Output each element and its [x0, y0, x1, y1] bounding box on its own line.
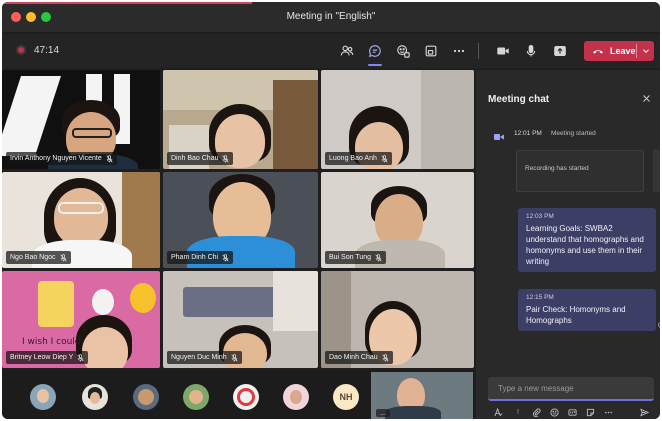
rooms-icon[interactable]	[420, 41, 442, 61]
message-time: 12:03 PM	[526, 213, 554, 220]
video-tile[interactable]: I wish I could Britney Leow Diep Y	[2, 271, 160, 368]
background-pattern	[2, 76, 61, 156]
system-message-text: Meeting started	[551, 130, 596, 137]
participant-name: Luong Bao Anh	[325, 152, 392, 165]
compose-toolbar: !	[492, 406, 656, 418]
mic-muted-icon	[231, 353, 238, 362]
participant-video	[54, 188, 108, 246]
leave-divider	[636, 44, 637, 58]
system-message-time: 12:01 PM	[514, 130, 542, 137]
video-tile[interactable]: Dao Minh Chau	[321, 271, 474, 368]
teams-meeting-window: Meeting in "English" 47:14 Leave Irvin A…	[2, 2, 660, 419]
participant-avatar[interactable]	[283, 384, 309, 410]
overlay-text: I wish I could	[22, 337, 81, 347]
sticker-image	[92, 289, 114, 315]
video-tile[interactable]: Pham Dinh Chi	[163, 172, 318, 268]
participant-avatar[interactable]	[82, 384, 108, 410]
more-options-button[interactable]: ...	[376, 409, 390, 417]
window-background	[273, 271, 318, 331]
meeting-toolbar: 47:14 Leave	[2, 34, 660, 68]
video-tile[interactable]: Bui Son Tung	[321, 172, 474, 268]
format-icon[interactable]	[492, 406, 504, 418]
sticker-image	[130, 283, 156, 313]
participant-name: Irvin Anthony Nguyen Vicente	[6, 152, 117, 165]
teacher-video-tile[interactable]: ...	[371, 372, 473, 419]
mic-muted-icon	[222, 154, 230, 163]
video-tile[interactable]: Nguyen Duc Minh	[163, 271, 318, 368]
share-icon[interactable]	[549, 41, 571, 61]
compose-box[interactable]	[488, 377, 654, 401]
recording-card-scroll-edge	[653, 150, 660, 192]
chat-message[interactable]: 12:15 PM Pair Check: Homonyms and Homogr…	[518, 289, 656, 331]
mic-muted-icon	[222, 253, 229, 262]
video-tile[interactable]: Ngo Bao Ngoc	[2, 172, 160, 268]
send-icon[interactable]	[638, 406, 650, 418]
message-input[interactable]	[488, 377, 654, 399]
recording-card[interactable]: Recording has started	[516, 150, 644, 192]
recording-indicator-icon	[16, 45, 26, 55]
bookshelf	[273, 80, 318, 169]
mic-muted-icon	[382, 353, 389, 362]
participant-strip: NH ...	[2, 370, 474, 419]
participant-name: Bui Son Tung	[325, 251, 387, 264]
participant-name: Nguyen Duc Minh	[167, 351, 242, 364]
chat-title: Meeting chat	[488, 94, 550, 105]
participant-avatar[interactable]	[233, 384, 259, 410]
sticker-icon[interactable]	[584, 406, 596, 418]
emoji-icon[interactable]	[548, 406, 560, 418]
gif-icon[interactable]	[566, 406, 578, 418]
participant-avatar[interactable]	[183, 384, 209, 410]
close-icon[interactable]	[640, 92, 652, 104]
participant-name: Ngo Bao Ngoc	[6, 251, 71, 264]
participant-avatar[interactable]	[133, 384, 159, 410]
toolbar-divider	[478, 43, 479, 59]
video-tile[interactable]: Luong Bao Anh	[321, 70, 474, 169]
meeting-video-icon	[494, 128, 504, 140]
participant-name: Dinh Bao Chau	[167, 152, 234, 165]
title-bar: Meeting in "English"	[2, 2, 660, 32]
window-title: Meeting in "English"	[286, 11, 376, 22]
mic-icon[interactable]	[520, 41, 542, 61]
message-text: Learning Goals: SWBA2 understand that ho…	[526, 224, 644, 266]
participant-name: Britney Leow Diep Y	[6, 351, 89, 364]
participant-name: Dao Minh Chau	[325, 351, 393, 364]
participant-name: Pham Dinh Chi	[167, 251, 234, 264]
seen-indicator-icon	[658, 322, 660, 328]
video-tile[interactable]: Dinh Bao Chau	[163, 70, 318, 169]
participant-video	[82, 327, 128, 368]
video-grid: Irvin Anthony Nguyen Vicente Dinh Bao Ch…	[2, 70, 474, 368]
message-text: Pair Check: Homonyms and Homographs	[526, 305, 626, 325]
glasses	[58, 202, 104, 214]
video-tile[interactable]: Irvin Anthony Nguyen Vicente	[2, 70, 160, 169]
meeting-timer: 47:14	[34, 45, 60, 56]
more-options-icon[interactable]	[602, 406, 614, 418]
more-icon[interactable]	[448, 41, 470, 61]
wall-background	[421, 70, 474, 169]
priority-icon[interactable]: !	[512, 406, 524, 418]
participant-video	[385, 406, 441, 419]
mic-muted-icon	[375, 253, 382, 262]
mic-muted-icon	[77, 353, 84, 362]
hang-up-icon	[592, 45, 604, 57]
reactions-icon[interactable]	[392, 41, 414, 61]
leave-button[interactable]: Leave	[584, 41, 654, 61]
mic-muted-icon	[381, 154, 388, 163]
leave-label: Leave	[610, 46, 636, 56]
message-time: 12:15 PM	[526, 294, 554, 301]
attach-icon[interactable]	[530, 406, 542, 418]
title-bar-accent	[2, 2, 252, 4]
mic-muted-icon	[59, 253, 67, 262]
chat-message[interactable]: 12:03 PM Learning Goals: SWBA2 understan…	[518, 208, 656, 272]
participant-avatar[interactable]	[30, 384, 56, 410]
chevron-down-icon[interactable]	[640, 45, 652, 57]
recording-card-text: Recording has started	[525, 165, 589, 172]
glasses	[72, 128, 112, 138]
camera-icon[interactable]	[492, 41, 514, 61]
participants-icon[interactable]	[336, 41, 358, 61]
mic-muted-icon	[106, 154, 113, 163]
chat-icon[interactable]	[364, 41, 386, 66]
sticker-image	[38, 281, 74, 327]
meeting-chat-panel: Meeting chat 12:01 PM Meeting started Re…	[476, 70, 660, 419]
participant-initials-avatar[interactable]: NH	[333, 384, 359, 410]
